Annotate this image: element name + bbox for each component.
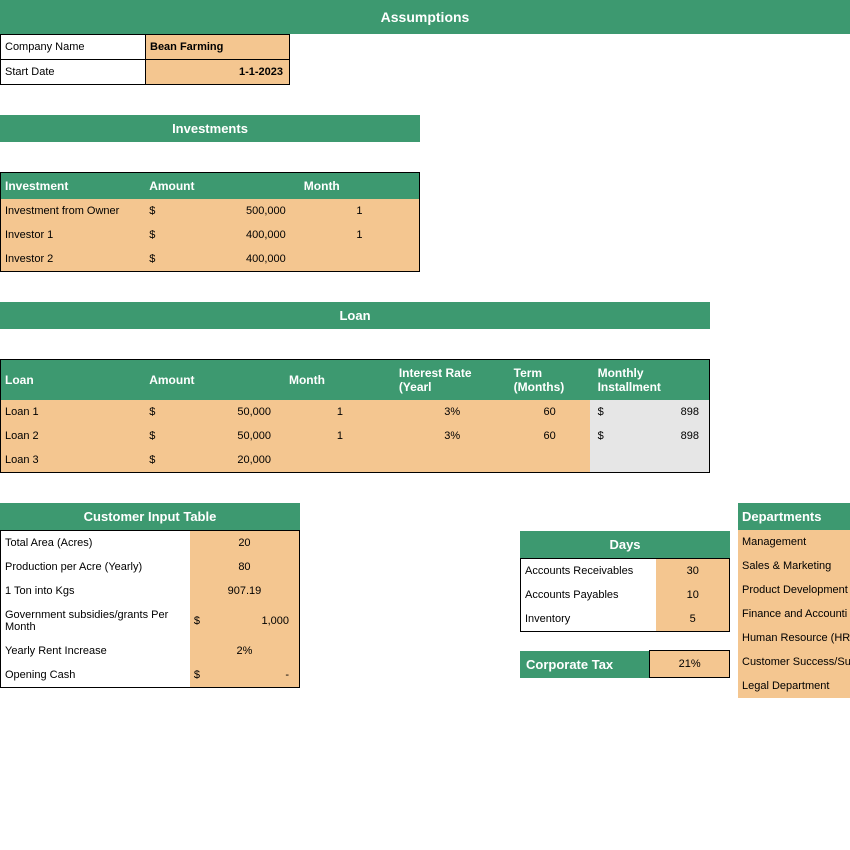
col-amount: Amount bbox=[145, 173, 300, 200]
cell[interactable]: 5 bbox=[656, 607, 729, 632]
cell[interactable] bbox=[300, 247, 420, 272]
cell[interactable]: 20 bbox=[190, 531, 300, 556]
col-installment: Monthly Installment bbox=[590, 360, 710, 401]
col-month: Month bbox=[285, 360, 395, 401]
table-row: Yearly Rent Increase bbox=[1, 639, 190, 663]
list-item: Human Resource (HR) bbox=[738, 626, 850, 650]
list-item: Management bbox=[738, 530, 850, 554]
list-item: Legal Department bbox=[738, 674, 850, 698]
col-loan: Loan bbox=[1, 360, 146, 401]
investments-table: Investment Amount Month Investment from … bbox=[0, 172, 420, 272]
corporate-tax-row: Corporate Tax 21% bbox=[520, 650, 730, 678]
table-row: Total Area (Acres) bbox=[1, 531, 190, 556]
table-row: Investment from Owner bbox=[1, 199, 146, 223]
table-row: 1 Ton into Kgs bbox=[1, 579, 190, 603]
table-row: Investor 1 bbox=[1, 223, 146, 247]
cell[interactable]: 2% bbox=[190, 639, 300, 663]
start-date-label: Start Date bbox=[1, 60, 146, 85]
departments-banner: Departments bbox=[738, 503, 850, 530]
table-row: Production per Acre (Yearly) bbox=[1, 555, 190, 579]
cell[interactable]: 80 bbox=[190, 555, 300, 579]
cell[interactable]: 907.19 bbox=[190, 579, 300, 603]
table-row: Government subsidies/grants Per Month bbox=[1, 603, 190, 639]
cell[interactable] bbox=[285, 448, 395, 473]
table-row: Loan 3 bbox=[1, 448, 146, 473]
table-row: Accounts Receivables bbox=[521, 559, 657, 584]
table-row: Loan 2 bbox=[1, 424, 146, 448]
cell[interactable] bbox=[510, 448, 590, 473]
list-item: Finance and Accounti bbox=[738, 602, 850, 626]
days-panel: Days Accounts Receivables 30 Accounts Pa… bbox=[520, 503, 730, 698]
cell[interactable]: 60 bbox=[510, 424, 590, 448]
table-row: Inventory bbox=[521, 607, 657, 632]
cell[interactable]: 30 bbox=[656, 559, 729, 584]
corporate-tax-value[interactable]: 21% bbox=[650, 651, 730, 678]
cell[interactable]: 1 bbox=[285, 400, 395, 424]
table-row: Loan 1 bbox=[1, 400, 146, 424]
cell[interactable]: 60 bbox=[510, 400, 590, 424]
cell[interactable]: 1,000 bbox=[261, 615, 295, 627]
list-item: Product Development bbox=[738, 578, 850, 602]
cell[interactable]: 1 bbox=[285, 424, 395, 448]
list-item: Sales & Marketing bbox=[738, 554, 850, 578]
cell[interactable]: 400,000 bbox=[246, 229, 296, 241]
cell[interactable]: 50,000 bbox=[237, 406, 281, 418]
col-term: Term (Months) bbox=[510, 360, 590, 401]
company-name-label: Company Name bbox=[1, 35, 146, 60]
loan-table: Loan Amount Month Interest Rate (Yearl T… bbox=[0, 359, 710, 473]
list-item: Customer Success/Sup bbox=[738, 650, 850, 674]
cell[interactable]: 10 bbox=[656, 583, 729, 607]
cell[interactable]: 3% bbox=[395, 400, 510, 424]
company-table: Company Name Bean Farming Start Date 1-1… bbox=[0, 34, 290, 85]
cell[interactable]: 1 bbox=[300, 199, 420, 223]
cell[interactable]: 20,000 bbox=[237, 454, 281, 466]
company-name-value[interactable]: Bean Farming bbox=[146, 35, 290, 60]
cell[interactable]: 400,000 bbox=[246, 253, 296, 265]
days-banner: Days bbox=[520, 531, 730, 558]
loan-banner: Loan bbox=[0, 302, 710, 329]
table-row: Accounts Payables bbox=[521, 583, 657, 607]
table-row: Opening Cash bbox=[1, 663, 190, 688]
customer-input-banner: Customer Input Table bbox=[0, 503, 300, 530]
col-investment: Investment bbox=[1, 173, 146, 200]
cell[interactable]: 50,000 bbox=[237, 430, 281, 442]
col-amount: Amount bbox=[145, 360, 285, 401]
customer-input-panel: Customer Input Table Total Area (Acres) … bbox=[0, 503, 300, 698]
col-rate: Interest Rate (Yearl bbox=[395, 360, 510, 401]
corporate-tax-label: Corporate Tax bbox=[520, 651, 650, 678]
cell[interactable]: 3% bbox=[395, 424, 510, 448]
table-row: Investor 2 bbox=[1, 247, 146, 272]
assumptions-banner: Assumptions bbox=[0, 0, 850, 34]
departments-panel: Departments Management Sales & Marketing… bbox=[738, 503, 850, 698]
cell[interactable]: - bbox=[285, 669, 295, 681]
start-date-value[interactable]: 1-1-2023 bbox=[146, 60, 290, 85]
cell[interactable]: 1 bbox=[300, 223, 420, 247]
col-month: Month bbox=[300, 173, 420, 200]
cell: 898 bbox=[681, 406, 705, 418]
investments-banner: Investments bbox=[0, 115, 420, 142]
cell: 898 bbox=[681, 430, 705, 442]
cell[interactable]: 500,000 bbox=[246, 205, 296, 217]
cell[interactable] bbox=[395, 448, 510, 473]
